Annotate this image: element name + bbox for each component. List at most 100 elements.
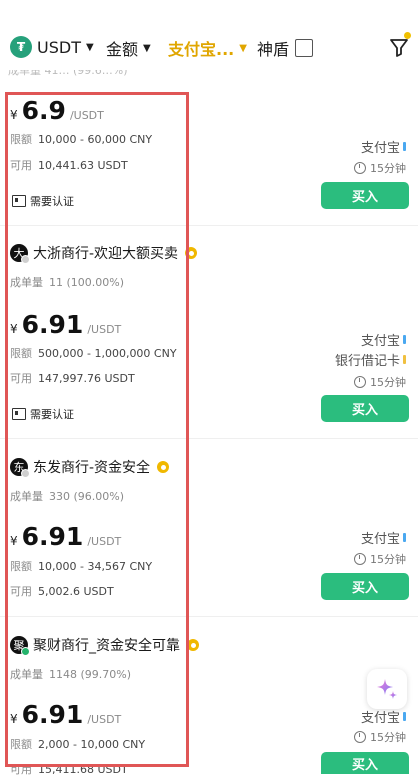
time-label: 15分钟 bbox=[370, 731, 406, 744]
clock-icon bbox=[354, 553, 366, 565]
avatar: 大 bbox=[10, 244, 30, 264]
buy-button[interactable]: 买入 bbox=[321, 182, 409, 209]
payment-time: 15分钟 bbox=[354, 551, 406, 567]
filter-funnel-icon[interactable] bbox=[388, 36, 410, 58]
buy-button[interactable]: 买入 bbox=[321, 752, 409, 774]
available-value: 147,997.76 USDT bbox=[38, 372, 135, 385]
limit-label: 限额 bbox=[10, 347, 32, 360]
available-label: 可用 bbox=[10, 159, 32, 172]
price: ¥ 6.91 /USDT bbox=[10, 310, 121, 339]
available-row: 可用 147,997.76 USDT bbox=[10, 370, 135, 386]
payment-method-bank-card: 银行借记卡 bbox=[335, 350, 406, 369]
available-label: 可用 bbox=[10, 372, 32, 385]
price-value: 6.91 bbox=[21, 522, 84, 551]
time-label: 15分钟 bbox=[370, 553, 406, 566]
coin-filter[interactable]: ₮ USDT ▼ bbox=[10, 36, 94, 58]
status-dot bbox=[21, 255, 30, 264]
buy-button[interactable]: 买入 bbox=[321, 573, 409, 600]
orders-label: 成单量 bbox=[10, 668, 43, 681]
clock-icon bbox=[354, 731, 366, 743]
shield-filter[interactable]: 神盾 bbox=[257, 36, 314, 60]
verification-required: 需要认证 bbox=[12, 193, 74, 209]
caret-down-icon: ▼ bbox=[239, 42, 247, 54]
divider bbox=[0, 616, 418, 617]
limit-row: 限额 10,000 - 60,000 CNY bbox=[10, 131, 152, 147]
payment-label: 银行借记卡 bbox=[334, 354, 400, 369]
ai-assistant-button[interactable] bbox=[367, 669, 407, 709]
id-card-icon bbox=[12, 408, 26, 420]
available-label: 可用 bbox=[10, 585, 32, 598]
merchant-badge-icon bbox=[187, 639, 199, 651]
payment-method-alipay: 支付宝 bbox=[361, 330, 406, 349]
caret-down-icon: ▼ bbox=[85, 41, 94, 53]
payment-filter[interactable]: 支付宝... ▼ bbox=[168, 36, 247, 60]
currency-symbol: ¥ bbox=[10, 712, 18, 726]
price-unit: /USDT bbox=[87, 323, 122, 336]
available-label: 可用 bbox=[10, 763, 32, 776]
available-row: 可用 15,411.68 USDT bbox=[10, 761, 128, 777]
alipay-color-bar bbox=[403, 142, 406, 151]
alipay-color-bar bbox=[403, 712, 406, 721]
order-stats: 成单量 1148 (99.70%) bbox=[10, 666, 131, 682]
payment-time: 15分钟 bbox=[354, 729, 406, 745]
amount-filter-label: 金额 bbox=[106, 40, 139, 59]
merchant-badge-icon bbox=[185, 247, 198, 259]
alipay-color-bar bbox=[403, 533, 406, 542]
status-dot bbox=[21, 647, 30, 656]
payment-method-alipay: 支付宝 bbox=[361, 137, 406, 156]
payment-time: 15分钟 bbox=[354, 374, 406, 390]
divider bbox=[0, 225, 418, 226]
price: ¥ 6.91 /USDT bbox=[10, 522, 121, 551]
sparkle-icon bbox=[377, 679, 397, 699]
available-value: 5,002.6 USDT bbox=[38, 585, 114, 598]
payment-label: 支付宝 bbox=[360, 532, 400, 547]
status-dot bbox=[21, 469, 30, 478]
merchant-name[interactable]: 东 东发商行-资金安全 bbox=[10, 457, 170, 478]
available-value: 15,411.68 USDT bbox=[38, 763, 128, 776]
notification-dot bbox=[404, 32, 411, 39]
limit-value: 500,000 - 1,000,000 CNY bbox=[38, 347, 177, 360]
limit-label: 限额 bbox=[10, 133, 32, 146]
orders-label: 成单量 bbox=[10, 490, 43, 503]
limit-row: 限额 500,000 - 1,000,000 CNY bbox=[10, 345, 177, 361]
payment-filter-label: 支付宝... bbox=[168, 40, 235, 59]
verify-label: 需要认证 bbox=[30, 408, 74, 421]
caret-down-icon: ▼ bbox=[143, 42, 151, 54]
price-value: 6.9 bbox=[21, 96, 66, 125]
time-label: 15分钟 bbox=[370, 376, 406, 389]
buy-button[interactable]: 买入 bbox=[321, 395, 409, 422]
shield-checkbox[interactable] bbox=[295, 39, 314, 57]
price: ¥ 6.91 /USDT bbox=[10, 700, 121, 729]
limit-row: 限额 10,000 - 34,567 CNY bbox=[10, 558, 152, 574]
order-stats: 成单量 11 (100.00%) bbox=[10, 274, 124, 290]
available-value: 10,441.63 USDT bbox=[38, 159, 128, 172]
available-row: 可用 5,002.6 USDT bbox=[10, 583, 114, 599]
merchant-name[interactable]: 大 大浙商行-欢迎大额买卖 bbox=[10, 243, 198, 264]
merchant-label: 聚财商行_资金安全可靠 bbox=[33, 638, 180, 654]
orders-value: 1148 (99.70%) bbox=[49, 668, 132, 681]
merchant-label: 大浙商行-欢迎大额买卖 bbox=[33, 246, 179, 262]
limit-value: 2,000 - 10,000 CNY bbox=[38, 738, 146, 751]
limit-value: 10,000 - 60,000 CNY bbox=[38, 133, 153, 146]
coin-filter-label: USDT bbox=[37, 37, 81, 57]
payment-label: 支付宝 bbox=[360, 711, 400, 726]
orders-label: 成单量 bbox=[10, 276, 43, 289]
available-row: 可用 10,441.63 USDT bbox=[10, 157, 128, 173]
currency-symbol: ¥ bbox=[10, 108, 18, 122]
limit-label: 限额 bbox=[10, 738, 32, 751]
orders-value: 11 (100.00%) bbox=[49, 276, 125, 289]
merchant-name[interactable]: 聚 聚财商行_资金安全可靠 bbox=[10, 635, 199, 656]
payment-method-alipay: 支付宝 bbox=[361, 707, 406, 726]
filter-bar: ₮ USDT ▼ 金额 ▼ 支付宝... ▼ 神盾 bbox=[0, 0, 418, 70]
price-unit: /USDT bbox=[69, 109, 104, 122]
verification-required: 需要认证 bbox=[12, 406, 74, 422]
price-value: 6.91 bbox=[21, 310, 84, 339]
verify-label: 需要认证 bbox=[30, 195, 74, 208]
limit-row: 限额 2,000 - 10,000 CNY bbox=[10, 736, 145, 752]
amount-filter[interactable]: 金额 ▼ bbox=[106, 36, 151, 60]
id-card-icon bbox=[12, 195, 26, 207]
payment-label: 支付宝 bbox=[360, 141, 400, 156]
currency-symbol: ¥ bbox=[10, 322, 18, 336]
payment-method-alipay: 支付宝 bbox=[361, 528, 406, 547]
bank-color-bar bbox=[403, 355, 406, 364]
